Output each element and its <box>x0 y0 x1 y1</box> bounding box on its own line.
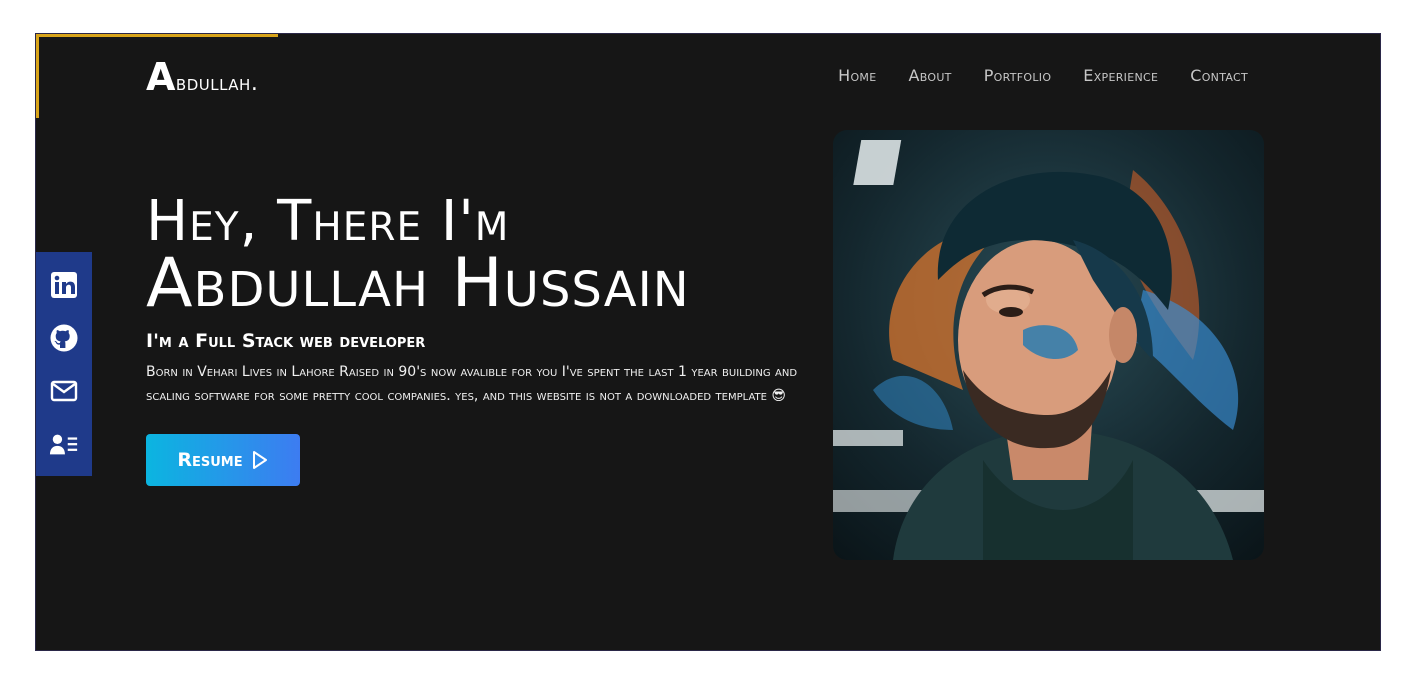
mail-icon[interactable] <box>49 376 79 406</box>
left-accent-bar <box>36 34 39 118</box>
page-frame: Abdullah. Home About Portfolio Experienc… <box>35 33 1381 651</box>
hero-bio: Born in Vehari Lives in Lahore Raised in… <box>146 364 798 404</box>
play-icon <box>252 451 267 469</box>
nav-item-home[interactable]: Home <box>838 66 876 85</box>
nav-item-experience[interactable]: Experience <box>1083 66 1158 85</box>
logo-text: bdullah. <box>175 71 259 96</box>
github-icon[interactable] <box>49 323 79 353</box>
nav-item-about[interactable]: About <box>908 66 951 85</box>
nav-item-portfolio[interactable]: Portfolio <box>984 66 1052 85</box>
top-accent-bar <box>36 34 278 37</box>
hero-name: Abdullah Hussain <box>146 244 690 323</box>
main-nav: Home About Portfolio Experience Contact <box>838 66 1248 85</box>
contact-card-icon[interactable] <box>49 429 79 459</box>
hero-greeting: Hey, There I'm <box>146 189 510 254</box>
profile-portrait <box>833 130 1264 560</box>
hero-role: I'm a Full Stack web developer <box>146 330 426 352</box>
nav-item-contact[interactable]: Contact <box>1190 66 1248 85</box>
hero-section: Hey, There I'm Abdullah Hussain I'm a Fu… <box>146 194 826 408</box>
logo-initial: A <box>146 55 176 99</box>
site-logo[interactable]: Abdullah. <box>146 58 258 96</box>
social-sidebar <box>36 252 92 476</box>
resume-button[interactable]: Resume <box>146 434 300 486</box>
linkedin-icon[interactable] <box>49 270 79 300</box>
resume-label: Resume <box>177 449 243 471</box>
